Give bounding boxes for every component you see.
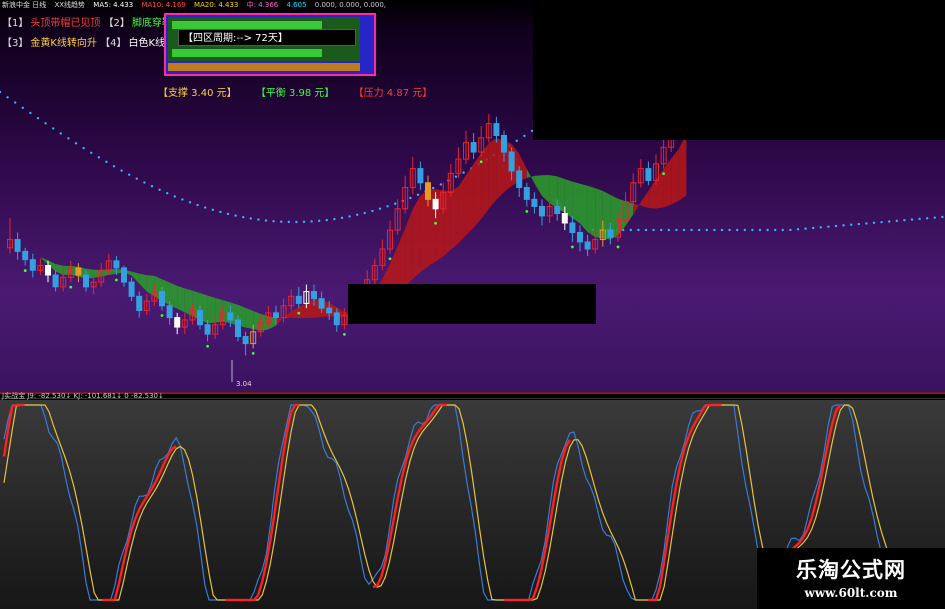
watermark: 乐淘公式网 www.60lt.com — [757, 548, 945, 609]
oscillator-rising-segment — [372, 584, 378, 589]
oscillator-rising-segment — [281, 431, 289, 458]
oscillator-rising-segment — [552, 480, 559, 504]
indicator-readout: 新浪中金 日线 XX线趋势 MA5: 4.433 MA10: 4.169 MA2… — [2, 0, 392, 10]
oscillator-rising-segment — [691, 419, 698, 428]
readout-part: MA10: 4.169 — [141, 1, 186, 9]
oscillator-rising-segment — [798, 536, 805, 544]
legend-key: 【3】 — [2, 38, 29, 49]
oscillator-rising-segment — [417, 426, 424, 433]
oscillator-rising-segment — [134, 508, 141, 520]
readout-part: 中: 4.366 — [246, 1, 279, 9]
oscillator-rising-segment — [257, 580, 264, 596]
balance-level: 【平衡 3.98 元】 — [255, 88, 335, 99]
support-level: 【支撑 3.40 元】 — [158, 88, 237, 99]
oscillator-rising-segment — [400, 461, 407, 479]
oscillator-rising-segment — [408, 438, 416, 449]
oscillator-rising-segment — [138, 501, 145, 511]
oscillator-rising-segment — [535, 570, 543, 588]
oscillator-rising-segment — [806, 517, 813, 530]
redacted-area-middle — [348, 284, 596, 324]
oscillator-rising-segment — [810, 502, 817, 519]
oscillator-rising-segment — [11, 403, 17, 408]
cycle-label: 【四区周期:--> 72天】 — [178, 29, 356, 46]
oscillator-rising-segment — [556, 460, 563, 481]
watermark-url: www.60lt.com — [804, 586, 898, 600]
oscillator-rising-segment — [376, 576, 383, 587]
oscillator-readout: J实战宝 J9: -82.530↓ KJ: -101.681↓ 0 -82.53… — [2, 392, 164, 400]
oscillator-rising-segment — [113, 583, 120, 601]
readout-part: MA5: 4.433 — [93, 1, 134, 9]
oscillator-rising-segment — [412, 431, 420, 440]
oscillator-rising-segment — [171, 445, 177, 450]
oscillator-rising-segment — [142, 495, 149, 503]
oscillator-rising-segment — [831, 409, 838, 425]
oscillator-rising-segment — [421, 421, 428, 428]
cycle-bar-orange — [168, 63, 360, 71]
readout-part: XX线趋势 — [54, 1, 86, 9]
cycle-panel-inner: 【四区周期:--> 72天】 — [168, 17, 360, 61]
oscillator-rising-segment — [158, 463, 165, 474]
legend-text: 金黄K线转向升 — [30, 38, 97, 49]
legend-key: 【1】 — [2, 18, 29, 29]
oscillator-rising-segment — [794, 541, 801, 548]
oscillator-rising-segment — [528, 597, 534, 602]
legend-key: 【4】 — [100, 38, 127, 49]
price-levels: 【支撑 3.40 元】 【平衡 3.98 元】 【压力 4.87 元】 — [158, 84, 448, 99]
oscillator-rising-segment — [433, 404, 440, 412]
oscillator-rising-segment — [289, 404, 297, 414]
oscillator-rising-segment — [253, 594, 260, 601]
oscillator-rising-segment — [835, 404, 842, 411]
legend-text: 头顶带帽已见顶 — [30, 18, 101, 29]
oscillator-rising-segment — [704, 403, 710, 407]
oscillator-rising-segment — [695, 412, 703, 421]
oscillator-rising-segment — [154, 472, 161, 483]
oscillator-rising-segment — [531, 586, 539, 599]
legend-key: 【2】 — [103, 18, 130, 29]
oscillator-rising-segment — [392, 498, 399, 521]
oscillator-rising-segment — [687, 426, 694, 437]
oscillator-rising-segment — [826, 423, 834, 443]
pressure-level: 【压力 4.87 元】 — [353, 88, 433, 99]
readout-part: 4.605 — [286, 1, 307, 9]
readout-part: MA20: 4.433 — [194, 1, 239, 9]
cycle-bar-bottom — [172, 49, 322, 57]
redacted-area-top-right — [533, 0, 945, 140]
low-price-mark: 3.04 — [236, 380, 252, 388]
oscillator-rising-segment — [671, 484, 678, 509]
oscillator-rising-segment — [396, 478, 403, 499]
cycle-panel: 【四区周期:--> 72天】 — [164, 13, 376, 76]
watermark-title: 乐淘公式网 — [796, 557, 906, 582]
oscillator-rising-segment — [117, 565, 125, 585]
readout-part: 0.000, 0.000, 0.000, — [314, 1, 387, 9]
cycle-bar-top — [172, 21, 322, 29]
readout-part: 新浪中金 日线 — [2, 1, 47, 9]
oscillator-rising-segment — [429, 410, 436, 418]
